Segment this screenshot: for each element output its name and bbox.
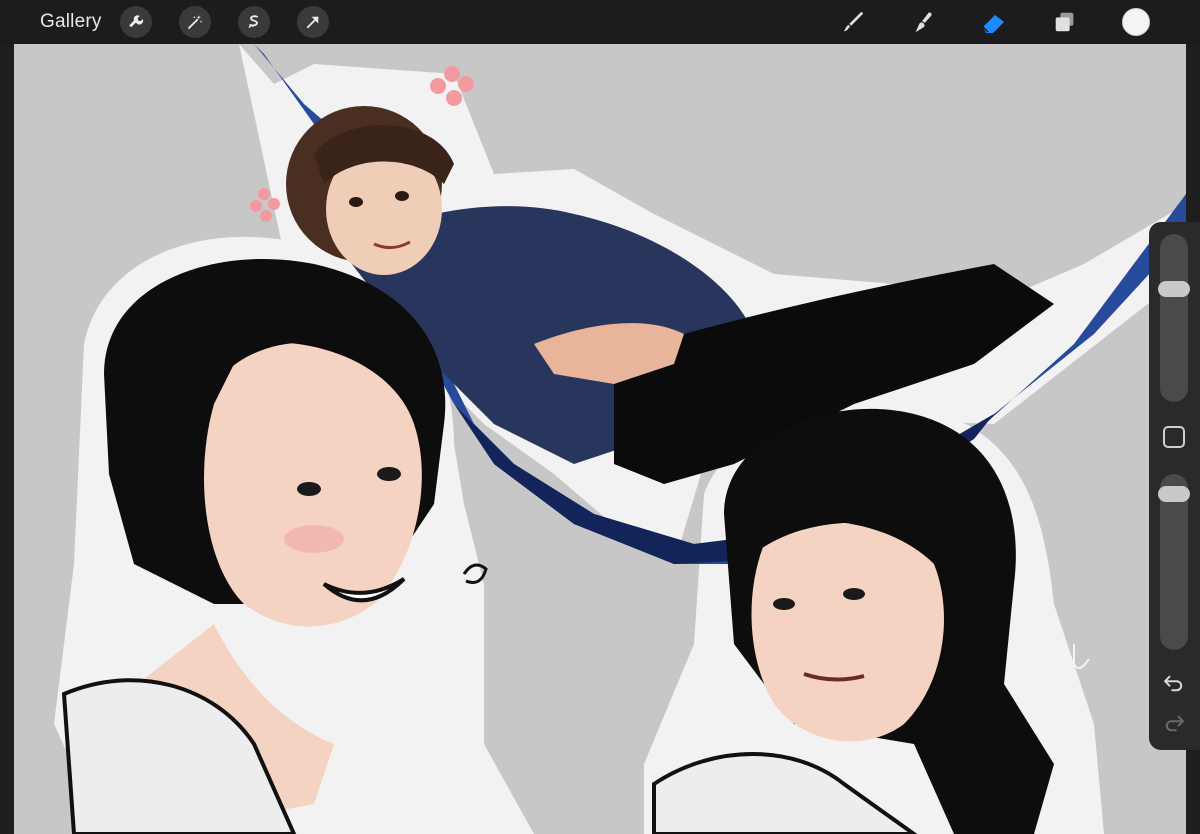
eye	[395, 191, 409, 201]
eye	[773, 598, 795, 610]
brush-icon[interactable]	[839, 8, 867, 36]
drawing-canvas[interactable]	[14, 44, 1186, 834]
redo-icon[interactable]	[1161, 712, 1187, 734]
side-control-bar	[1149, 222, 1200, 750]
eye	[297, 482, 321, 496]
artwork-illustration	[54, 44, 1186, 834]
smudge-icon[interactable]	[909, 8, 937, 36]
wrench-icon[interactable]	[120, 6, 152, 38]
gallery-button[interactable]: Gallery	[40, 11, 102, 33]
magic-wand-icon[interactable]	[179, 6, 211, 38]
brush-size-slider[interactable]	[1158, 234, 1190, 402]
eye	[377, 467, 401, 481]
transform-arrow-icon[interactable]	[297, 6, 329, 38]
eraser-icon[interactable]	[980, 8, 1008, 36]
right-portrait-face	[751, 520, 944, 742]
opacity-slider[interactable]	[1158, 474, 1190, 650]
blush	[284, 525, 344, 553]
selection-icon[interactable]	[238, 6, 270, 38]
brush-size-slider-thumb[interactable]	[1158, 281, 1190, 298]
eye	[843, 588, 865, 600]
eye	[349, 197, 363, 207]
top-toolbar: Gallery	[0, 0, 1200, 44]
opacity-slider-thumb[interactable]	[1158, 485, 1190, 502]
modify-button[interactable]	[1163, 426, 1185, 448]
layers-icon[interactable]	[1051, 8, 1079, 36]
color-picker-swatch[interactable]	[1122, 8, 1150, 36]
undo-icon[interactable]	[1161, 672, 1187, 694]
